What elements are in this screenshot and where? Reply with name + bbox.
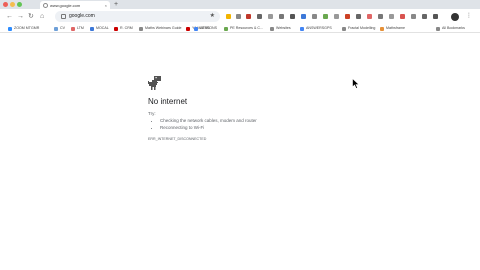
page-content (0, 34, 480, 270)
error-code: ERR_INTERNET_DISCONNECTED (148, 137, 207, 141)
home-button[interactable]: ⌂ (40, 12, 44, 21)
close-window-button[interactable] (3, 2, 8, 7)
maximize-window-button[interactable] (17, 2, 22, 7)
active-tab[interactable]: www.google.com × (40, 1, 110, 9)
list-item: Reconnecting to Wi-Fi (160, 125, 257, 132)
bookmark-icon (139, 26, 143, 31)
folder-icon (270, 26, 274, 31)
extension-icon-18[interactable] (411, 14, 416, 19)
reload-button[interactable]: ↻ (28, 12, 34, 21)
extension-icon-3[interactable] (246, 14, 251, 19)
extension-icon-4[interactable] (257, 14, 262, 19)
menu-kebab-icon[interactable]: ⋮ (466, 12, 472, 21)
dino-icon (148, 76, 161, 90)
star-icon[interactable]: ★ (210, 11, 215, 22)
extension-icon-12[interactable] (345, 14, 350, 19)
extension-icon-13[interactable] (356, 14, 361, 19)
minimize-window-button[interactable] (10, 2, 15, 7)
tab-title: www.google.com (50, 2, 81, 8)
extension-icon-11[interactable] (334, 14, 339, 19)
extension-icon-16[interactable] (389, 14, 394, 19)
extension-icon-1[interactable] (226, 14, 231, 19)
extension-icon-7[interactable] (290, 14, 295, 19)
new-tab-button[interactable]: + (114, 0, 118, 9)
bookmark-icon (186, 26, 190, 31)
bookmarks-bar: ZOOM MTGMR CV LTM MOCAL R. CRM Maths Web… (0, 24, 480, 33)
cursor-icon (352, 78, 360, 89)
extension-icon-14[interactable] (367, 14, 372, 19)
bookmark-icon (224, 26, 228, 31)
bookmark-icon (300, 26, 304, 31)
extension-icon-5[interactable] (268, 14, 273, 19)
folder-icon (436, 26, 440, 31)
globe-icon (43, 2, 48, 8)
extensions-puzzle-icon[interactable] (433, 14, 438, 19)
extension-icon-2[interactable] (236, 14, 241, 19)
back-button[interactable]: ← (6, 12, 13, 21)
extension-icon-19[interactable] (422, 14, 427, 19)
bookmark-icon (114, 26, 118, 31)
browser-toolbar: ← → ↻ ⌂ google.com ★ ⋮ (0, 9, 480, 24)
site-info-icon[interactable] (61, 13, 66, 19)
profile-avatar-icon[interactable] (451, 13, 459, 21)
forward-button[interactable]: → (17, 12, 24, 21)
list-item: Checking the network cables, modem and r… (160, 118, 257, 125)
extension-icon-9[interactable] (312, 14, 317, 19)
error-try-label: Try: (148, 111, 156, 116)
bookmark-icon (194, 26, 198, 31)
bookmark-icon (54, 26, 58, 31)
extension-icon-8[interactable] (301, 14, 306, 19)
error-title: No internet (148, 97, 188, 106)
error-suggestions: Checking the network cables, modem and r… (155, 118, 257, 131)
tab-close-icon[interactable]: × (105, 2, 107, 9)
address-bar-url[interactable]: google.com (69, 11, 95, 22)
bookmark-icon (71, 26, 75, 31)
extension-icon-6[interactable] (279, 14, 284, 19)
extension-icon-10[interactable] (323, 14, 328, 19)
extension-icon-15[interactable] (378, 14, 383, 19)
bookmark-icon (8, 26, 12, 31)
bookmark-icon (90, 26, 94, 31)
tab-strip: www.google.com × + (0, 0, 480, 9)
bookmark-icon (342, 26, 346, 31)
bookmark-icon (380, 26, 384, 31)
address-bar[interactable]: google.com ★ (55, 11, 220, 22)
extension-icon-17[interactable] (400, 14, 405, 19)
